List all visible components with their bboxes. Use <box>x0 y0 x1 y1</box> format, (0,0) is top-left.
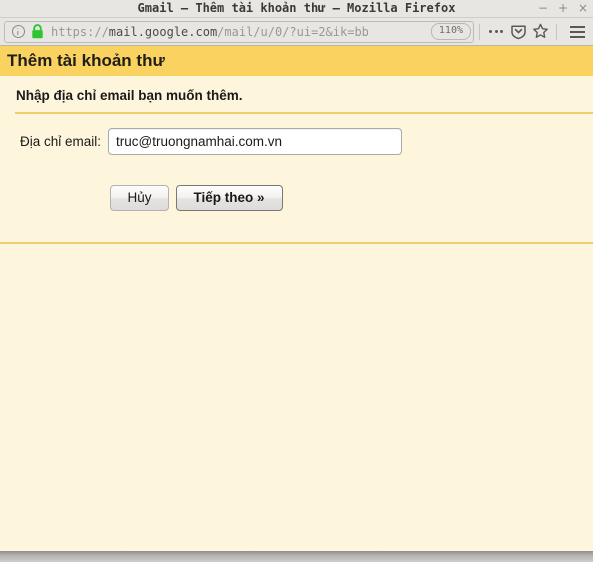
window-bottom-strip <box>0 551 593 562</box>
star-icon[interactable] <box>529 21 551 43</box>
url-prefix: https:// <box>51 24 109 39</box>
email-form-row: Địa chỉ email: <box>0 114 593 155</box>
padlock-icon[interactable] <box>29 24 45 40</box>
url-bar[interactable]: https://mail.google.com/mail/u/0/?ui=2&i… <box>4 20 474 43</box>
toolbar-separator <box>479 23 480 40</box>
close-button[interactable]: × <box>578 0 588 17</box>
footer-divider <box>0 242 593 244</box>
window-controls: − + × <box>538 0 588 17</box>
ellipsis-icon[interactable] <box>485 21 507 43</box>
page-header-band: Thêm tài khoản thư <box>0 46 593 76</box>
browser-toolbar: https://mail.google.com/mail/u/0/?ui=2&i… <box>0 18 593 46</box>
zoom-level-badge[interactable]: 110% <box>430 23 471 40</box>
window-title: Gmail – Thêm tài khoản thư – Mozilla Fir… <box>137 1 456 15</box>
hamburger-menu-icon[interactable] <box>565 20 589 44</box>
email-field-label: Địa chỉ email: <box>20 133 102 149</box>
window-titlebar: Gmail – Thêm tài khoản thư – Mozilla Fir… <box>0 0 593 18</box>
form-actions: Hủy Tiếp theo » <box>0 155 593 211</box>
url-host: mail.google.com <box>108 24 218 39</box>
info-circle-icon[interactable] <box>10 24 26 40</box>
pocket-shield-icon[interactable] <box>507 21 529 43</box>
page-subtitle: Nhập địa chỉ email bạn muốn thêm. <box>16 88 243 103</box>
url-text[interactable]: https://mail.google.com/mail/u/0/?ui=2&i… <box>51 22 427 42</box>
cancel-button[interactable]: Hủy <box>110 185 169 211</box>
page-title: Thêm tài khoản thư <box>7 51 165 70</box>
toolbar-separator-2 <box>556 23 557 40</box>
email-field[interactable] <box>108 128 403 155</box>
url-path: /mail/u/0/?ui=2&ik=bb <box>217 24 369 39</box>
next-button[interactable]: Tiếp theo » <box>175 185 283 211</box>
page-content: Thêm tài khoản thư Nhập địa chỉ email bạ… <box>0 46 593 551</box>
minimize-button[interactable]: − <box>538 0 548 17</box>
maximize-button[interactable]: + <box>558 0 568 17</box>
